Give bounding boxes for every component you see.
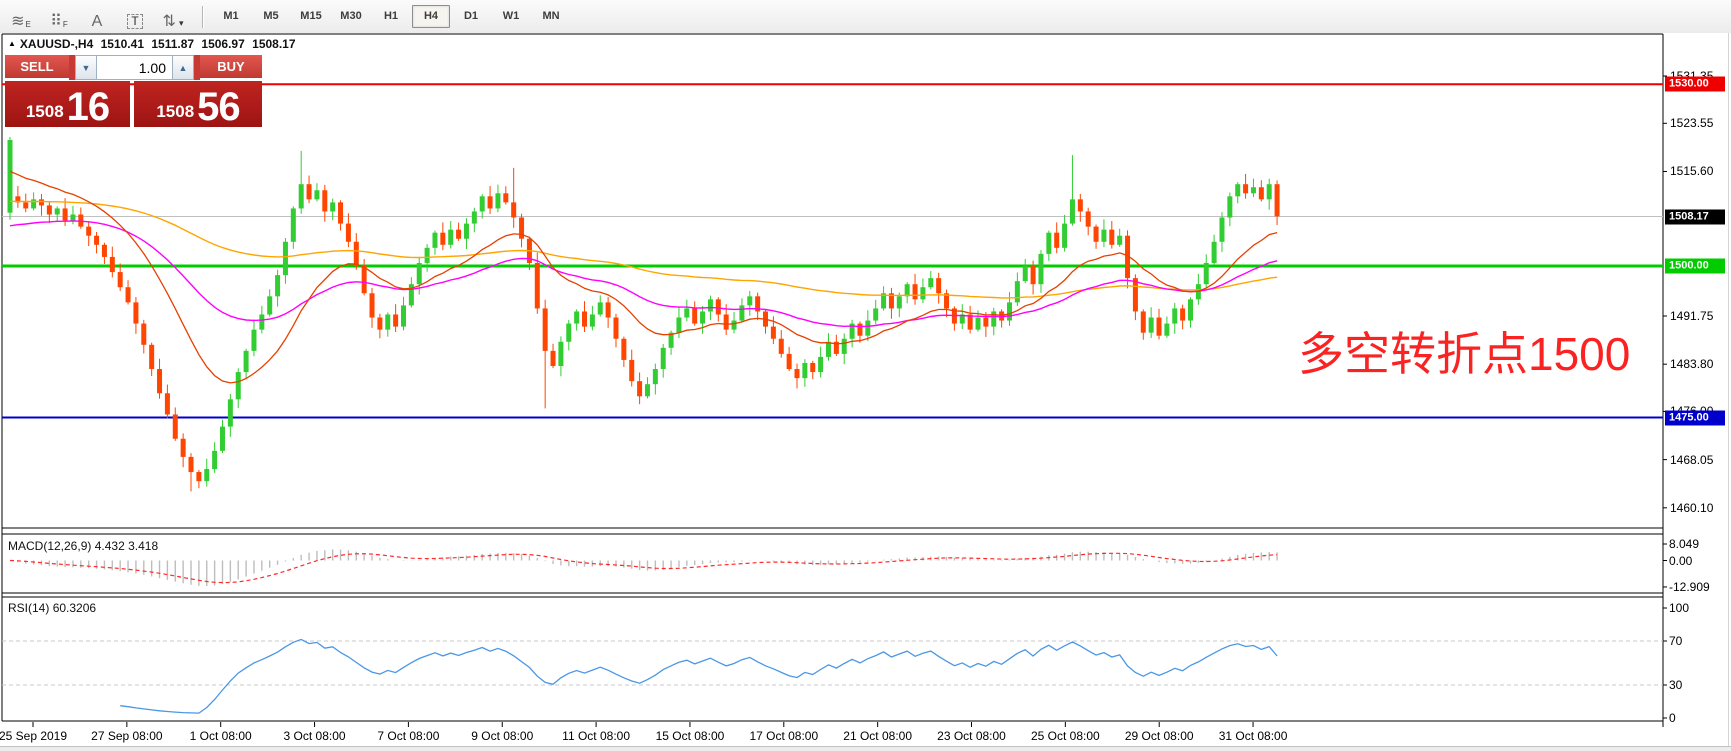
rsi-scale-label: 30 xyxy=(1669,678,1682,692)
volume-input[interactable] xyxy=(97,55,172,80)
rsi-label: RSI(14) 60.3206 xyxy=(8,601,96,615)
quote-row: 1508 16 1508 56 xyxy=(5,81,262,127)
bid-price-panel[interactable]: 1508 16 xyxy=(5,81,130,127)
ask-price-panel[interactable]: 1508 56 xyxy=(134,81,262,127)
volume-decrease-button[interactable]: ▼ xyxy=(75,55,97,80)
chevron-up-icon: ▲ xyxy=(179,63,188,73)
price-level-chip: 1500.00 xyxy=(1665,259,1725,274)
macd-scale-label: 0.00 xyxy=(1669,554,1692,568)
rsi-scale-label: 0 xyxy=(1669,711,1676,725)
time-axis-label: 21 Oct 08:00 xyxy=(843,729,912,743)
time-axis-label: 9 Oct 08:00 xyxy=(471,729,533,743)
time-axis-label: 31 Oct 08:00 xyxy=(1219,729,1288,743)
buy-button[interactable]: BUY xyxy=(200,55,262,80)
bid-main-digits: 1508 xyxy=(26,97,64,127)
macd-scale-label: 8.049 xyxy=(1669,537,1699,551)
ask-main-digits: 1508 xyxy=(156,97,194,127)
price-level-chip: 1530.00 xyxy=(1665,77,1725,92)
one-click-trading-panel: SELL ▼ ▲ BUY 1508 16 1508 56 xyxy=(5,55,262,127)
chart-annotation-text: 多空转折点1500 xyxy=(1298,318,1630,384)
low-value: 1506.97 xyxy=(201,37,244,51)
chevron-down-icon: ▼ xyxy=(82,63,91,73)
price-level-chip: 1475.00 xyxy=(1665,410,1725,425)
time-axis-label: 17 Oct 08:00 xyxy=(749,729,818,743)
high-value: 1511.87 xyxy=(151,37,194,51)
trading-terminal-window: ≋E⠿FAT⇅▾ M1M5M15M30H1H4D1W1MN ▲XAUUSD-,H… xyxy=(0,0,1731,751)
time-axis-label: 3 Oct 08:00 xyxy=(284,729,346,743)
price-tick-label: 1483.80 xyxy=(1670,357,1713,371)
macd-scale-label: -12.909 xyxy=(1669,580,1710,594)
price-tick-label: 1523.55 xyxy=(1670,116,1713,130)
price-tick-label: 1468.05 xyxy=(1670,453,1713,467)
time-axis-label: 25 Sep 2019 xyxy=(0,729,67,743)
time-axis-label: 15 Oct 08:00 xyxy=(656,729,725,743)
current-price-chip: 1508.17 xyxy=(1665,209,1725,224)
window-right-edge xyxy=(1728,33,1729,751)
close-value: 1508.17 xyxy=(252,37,295,51)
symbol-label: XAUUSD-,H4 xyxy=(20,37,93,51)
time-axis-label: 25 Oct 08:00 xyxy=(1031,729,1100,743)
chart-ohlc-header: ▲ XAUUSD-,H4 1510.41 1511.87 1506.97 1508… xyxy=(8,37,300,51)
rsi-value: 60.3206 xyxy=(53,601,96,615)
time-axis-label: 1 Oct 08:00 xyxy=(190,729,252,743)
time-axis-label: 7 Oct 08:00 xyxy=(377,729,439,743)
price-tick-label: 1491.75 xyxy=(1670,309,1713,323)
macd-label: MACD(12,26,9) 4.432 3.418 xyxy=(8,539,158,553)
price-tick-label: 1460.10 xyxy=(1670,501,1713,515)
time-axis-label: 11 Oct 08:00 xyxy=(562,729,630,743)
rsi-scale-label: 100 xyxy=(1669,601,1689,615)
open-value: 1510.41 xyxy=(101,37,144,51)
time-axis-label: 27 Sep 08:00 xyxy=(91,729,162,743)
sell-button[interactable]: SELL xyxy=(5,55,69,80)
ask-pip-digits: 56 xyxy=(197,87,240,127)
window-bottom-strip xyxy=(0,746,1731,751)
time-axis-label: 23 Oct 08:00 xyxy=(937,729,1006,743)
macd-values: 4.432 3.418 xyxy=(95,539,158,553)
volume-stepper: ▼ ▲ xyxy=(75,55,194,80)
volume-increase-button[interactable]: ▲ xyxy=(172,55,194,80)
price-tick-label: 1515.60 xyxy=(1670,164,1713,178)
rsi-scale-label: 70 xyxy=(1669,634,1682,648)
time-axis-label: 29 Oct 08:00 xyxy=(1125,729,1194,743)
collapse-triangle-icon[interactable]: ▲ xyxy=(8,39,16,48)
bid-pip-digits: 16 xyxy=(67,87,110,127)
trade-controls-row: SELL ▼ ▲ BUY xyxy=(5,55,262,80)
